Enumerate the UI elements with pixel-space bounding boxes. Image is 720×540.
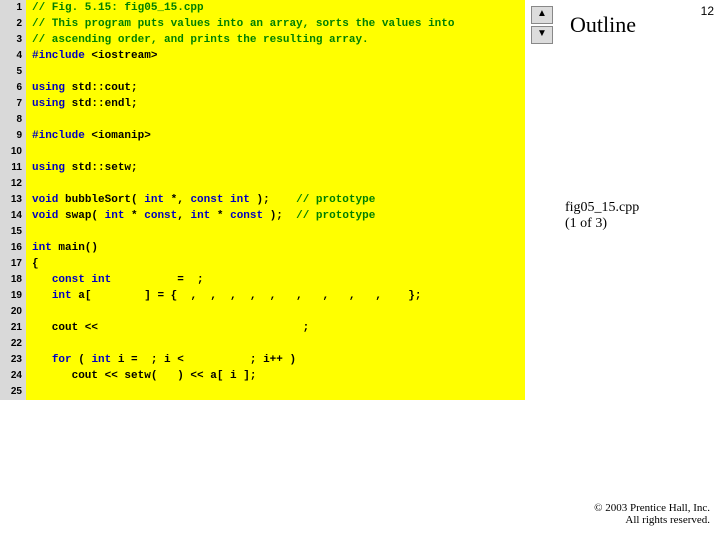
code-text: int main()	[26, 240, 98, 256]
code-text	[26, 64, 32, 80]
code-text: #include <iomanip>	[26, 128, 151, 144]
code-text	[26, 176, 32, 192]
code-line: 5	[0, 64, 525, 80]
line-number: 14	[0, 208, 26, 224]
line-number: 13	[0, 192, 26, 208]
line-number: 4	[0, 48, 26, 64]
line-number: 5	[0, 64, 26, 80]
code-line: 13void bubbleSort( int *, const int ); /…	[0, 192, 525, 208]
line-number: 15	[0, 224, 26, 240]
code-panel: 1// Fig. 5.15: fig05_15.cpp2// This prog…	[0, 0, 525, 400]
outline-heading: Outline	[570, 12, 636, 38]
code-text	[26, 336, 32, 352]
line-number: 25	[0, 384, 26, 400]
code-line: 17{	[0, 256, 525, 272]
code-text: // ascending order, and prints the resul…	[26, 32, 369, 48]
line-number: 24	[0, 368, 26, 384]
page-number: 12	[701, 4, 714, 18]
code-text: {	[26, 256, 39, 272]
copyright-line2: All rights reserved.	[625, 514, 710, 526]
line-number: 7	[0, 96, 26, 112]
code-line: 14void swap( int * const, int * const );…	[0, 208, 525, 224]
line-number: 19	[0, 288, 26, 304]
line-number: 11	[0, 160, 26, 176]
figure-label-part: (1 of 3)	[565, 216, 607, 231]
line-number: 22	[0, 336, 26, 352]
code-text	[26, 304, 32, 320]
code-text: // Fig. 5.15: fig05_15.cpp	[26, 0, 204, 16]
line-number: 17	[0, 256, 26, 272]
copyright-line1: © 2003 Prentice Hall, Inc.	[594, 502, 710, 514]
code-line: 9#include <iomanip>	[0, 128, 525, 144]
code-text: void bubbleSort( int *, const int ); // …	[26, 192, 375, 208]
line-number: 6	[0, 80, 26, 96]
code-text: // This program puts values into an arra…	[26, 16, 454, 32]
code-line: 8	[0, 112, 525, 128]
code-line: 22	[0, 336, 525, 352]
line-number: 1	[0, 0, 26, 16]
code-text: #include <iostream>	[26, 48, 157, 64]
line-number: 10	[0, 144, 26, 160]
code-line: 16int main()	[0, 240, 525, 256]
code-text: const int = ;	[26, 272, 204, 288]
code-text	[26, 112, 32, 128]
code-text: int a[ ] = { , , , , , , , , , };	[26, 288, 421, 304]
code-line: 12	[0, 176, 525, 192]
code-line: 23 for ( int i = ; i < ; i++ )	[0, 352, 525, 368]
code-text: for ( int i = ; i < ; i++ )	[26, 352, 296, 368]
line-number: 8	[0, 112, 26, 128]
code-text: using std::cout;	[26, 80, 138, 96]
line-number: 20	[0, 304, 26, 320]
scroll-buttons: ▲ ▼	[531, 6, 553, 46]
line-number: 9	[0, 128, 26, 144]
code-line: 25	[0, 384, 525, 400]
figure-label: fig05_15.cpp (1 of 3)	[565, 200, 639, 232]
slide: 1// Fig. 5.15: fig05_15.cpp2// This prog…	[0, 0, 720, 540]
code-line: 21 cout << ;	[0, 320, 525, 336]
code-line: 1// Fig. 5.15: fig05_15.cpp	[0, 0, 525, 16]
scroll-up-button[interactable]: ▲	[531, 6, 553, 24]
scroll-down-button[interactable]: ▼	[531, 26, 553, 44]
code-text	[26, 144, 32, 160]
code-line: 2// This program puts values into an arr…	[0, 16, 525, 32]
copyright: © 2003 Prentice Hall, Inc. All rights re…	[560, 502, 710, 526]
code-text: using std::endl;	[26, 96, 138, 112]
code-text: cout << ;	[26, 320, 309, 336]
code-line: 18 const int = ;	[0, 272, 525, 288]
code-line: 24 cout << setw( ) << a[ i ];	[0, 368, 525, 384]
line-number: 18	[0, 272, 26, 288]
line-number: 16	[0, 240, 26, 256]
code-line: 4#include <iostream>	[0, 48, 525, 64]
code-text: cout << setw( ) << a[ i ];	[26, 368, 256, 384]
figure-label-filename: fig05_15.cpp	[565, 200, 639, 215]
line-number: 2	[0, 16, 26, 32]
code-line: 10	[0, 144, 525, 160]
code-line: 11using std::setw;	[0, 160, 525, 176]
code-text	[26, 224, 32, 240]
side-panel: ▲ ▼ Outline 12 fig05_15.cpp (1 of 3)	[525, 0, 720, 540]
line-number: 3	[0, 32, 26, 48]
code-line: 3// ascending order, and prints the resu…	[0, 32, 525, 48]
code-text: void swap( int * const, int * const ); /…	[26, 208, 375, 224]
line-number: 23	[0, 352, 26, 368]
code-line: 19 int a[ ] = { , , , , , , , , , };	[0, 288, 525, 304]
code-text	[26, 384, 32, 400]
code-line: 6using std::cout;	[0, 80, 525, 96]
code-text: using std::setw;	[26, 160, 138, 176]
line-number: 21	[0, 320, 26, 336]
code-line: 15	[0, 224, 525, 240]
line-number: 12	[0, 176, 26, 192]
code-line: 20	[0, 304, 525, 320]
code-line: 7using std::endl;	[0, 96, 525, 112]
